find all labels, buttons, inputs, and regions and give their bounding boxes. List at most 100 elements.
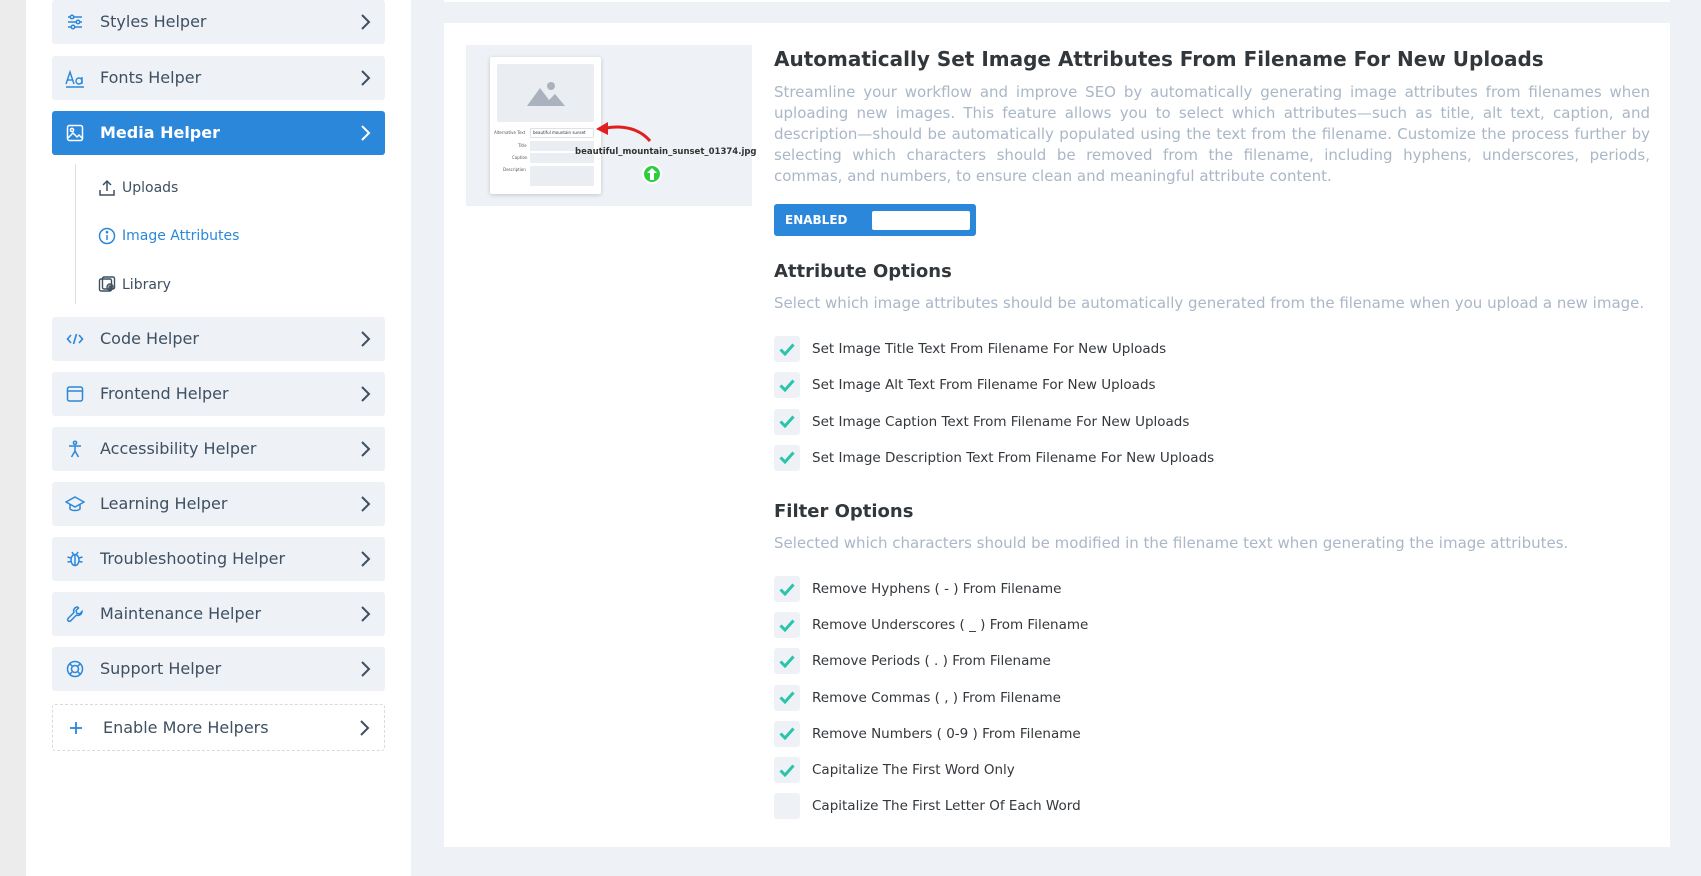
code-icon — [65, 329, 85, 349]
option-row[interactable]: Set Image Alt Text From Filename For New… — [774, 372, 1156, 399]
option-row[interactable]: Set Image Title Text From Filename For N… — [774, 336, 1166, 362]
option-label: Capitalize The First Letter Of Each Word — [812, 798, 1081, 815]
chevron-right-icon — [359, 496, 371, 512]
sidebar-item-fonts-helper[interactable]: Fonts Helper — [52, 56, 385, 100]
checkmark-icon — [779, 379, 795, 392]
image-icon — [65, 123, 85, 143]
option-row[interactable]: Remove Underscores ( _ ) From Filename — [774, 612, 1089, 639]
sidebar-item-label: Maintenance Helper — [100, 604, 262, 623]
sidebar-item-maintenance-helper[interactable]: Maintenance Helper — [52, 592, 385, 636]
sidebar-item-accessibility-helper[interactable]: Accessibility Helper — [52, 427, 385, 471]
thumb-description-field — [530, 166, 594, 186]
option-label: Capitalize The First Word Only — [812, 762, 1015, 778]
option-checkbox[interactable] — [774, 576, 800, 602]
chevron-right-icon — [358, 720, 370, 736]
sidebar-item-label: Learning Helper — [100, 494, 228, 513]
option-label: Set Image Title Text From Filename For N… — [812, 341, 1167, 357]
chevron-right-icon — [359, 551, 371, 567]
sidebar-item-frontend-helper[interactable]: Frontend Helper — [52, 372, 385, 416]
sidebar-item-styles-helper[interactable]: Styles Helper — [52, 0, 385, 44]
option-checkbox[interactable] — [774, 648, 800, 675]
sidebar-item-support-helper[interactable]: Support Helper — [52, 647, 385, 691]
option-checkbox[interactable] — [774, 793, 800, 820]
option-checkbox[interactable] — [774, 408, 800, 435]
submenu-item-label: Library — [122, 277, 171, 293]
option-label: Remove Underscores ( _ ) From Filename — [812, 617, 1089, 634]
toggle-knob — [872, 211, 970, 230]
option-row[interactable]: Capitalize The First Word Only — [774, 757, 1015, 783]
option-checkbox[interactable] — [774, 444, 800, 471]
option-checkbox[interactable] — [774, 720, 800, 747]
submenu-item-uploads[interactable]: Uploads — [75, 168, 295, 208]
checkmark-icon — [779, 415, 795, 429]
chevron-right-icon — [359, 606, 371, 622]
plus-icon — [66, 718, 86, 738]
chevron-right-icon — [359, 386, 371, 402]
mountain-icon — [527, 82, 565, 106]
sidebar-item-troubleshooting-helper[interactable]: Troubleshooting Helper — [52, 537, 385, 581]
filter-options-heading: Filter Options — [774, 501, 914, 522]
library-icon — [98, 276, 116, 294]
sidebar: Styles Helper Fonts Helper Media Helper … — [26, 0, 411, 876]
sliders-icon — [65, 12, 85, 32]
sidebar-item-media-helper[interactable]: Media Helper — [52, 111, 385, 155]
sidebar-item-code-helper[interactable]: Code Helper — [52, 317, 385, 361]
accessibility-icon — [65, 439, 85, 459]
submenu-item-label: Image Attributes — [122, 228, 240, 244]
option-checkbox[interactable] — [774, 612, 800, 639]
option-checkbox[interactable] — [774, 684, 800, 711]
option-label: Remove Numbers ( 0-9 ) From Filename — [812, 725, 1081, 742]
sidebar-item-label: Troubleshooting Helper — [100, 549, 286, 568]
option-label: Remove Commas ( , ) From Filename — [812, 689, 1061, 706]
option-label: Set Image Alt Text From Filename For New… — [812, 377, 1156, 394]
lifebuoy-icon — [65, 659, 85, 679]
option-label: Set Image Caption Text From Filename For… — [812, 413, 1190, 430]
checkmark-icon — [779, 691, 795, 705]
sidebar-item-label: Support Helper — [100, 659, 222, 678]
sidebar-item-learning-helper[interactable]: Learning Helper — [52, 482, 385, 526]
feature-title: Automatically Set Image Attributes From … — [774, 47, 1544, 71]
thumb-description-label: Description — [503, 167, 526, 172]
image-placeholder — [497, 64, 594, 122]
checkmark-icon — [779, 763, 795, 777]
option-checkbox[interactable] — [774, 757, 800, 783]
thumb-alt-label: Alternative Text — [494, 130, 526, 135]
sidebar-item-label: Media Helper — [100, 123, 220, 142]
feature-thumbnail: Alternative Text beautiful mountain suns… — [466, 45, 757, 206]
enable-more-helpers-button[interactable]: Enable More Helpers — [52, 704, 385, 751]
chevron-right-icon — [359, 661, 371, 677]
checkmark-icon — [779, 655, 795, 668]
submenu-item-image-attributes[interactable]: Image Attributes — [75, 216, 295, 256]
option-row[interactable]: Remove Numbers ( 0-9 ) From Filename — [774, 720, 1081, 747]
chevron-right-icon — [359, 14, 371, 30]
filter-options-subtext: Selected which characters should be modi… — [774, 534, 1569, 552]
option-label: Set Image Description Text From Filename… — [812, 449, 1215, 466]
thumb-caption-label: Caption — [512, 155, 528, 160]
option-row[interactable]: Remove Periods ( . ) From Filename — [774, 648, 1051, 675]
checkmark-icon — [779, 342, 795, 356]
feature-description: Streamline your workflow and improve SEO… — [774, 83, 1650, 185]
graduation-cap-icon — [65, 494, 85, 514]
option-row[interactable]: Remove Commas ( , ) From Filename — [774, 684, 1061, 711]
attribute-options-subtext: Select which image attributes should be … — [774, 294, 1645, 312]
upload-icon — [98, 179, 116, 197]
submenu-item-library[interactable]: Library — [75, 265, 295, 305]
option-row[interactable]: Set Image Caption Text From Filename For… — [774, 408, 1190, 435]
checkmark-icon — [779, 727, 795, 741]
font-icon — [65, 68, 85, 88]
browser-icon — [65, 384, 85, 404]
option-row[interactable]: Set Image Description Text From Filename… — [774, 444, 1215, 471]
sidebar-item-label: Code Helper — [100, 329, 199, 348]
toggle-label: ENABLED — [785, 213, 848, 227]
enable-more-helpers-label: Enable More Helpers — [103, 718, 269, 737]
option-checkbox[interactable] — [774, 372, 800, 399]
option-checkbox[interactable] — [774, 336, 800, 362]
sidebar-item-label: Frontend Helper — [100, 384, 229, 403]
enabled-toggle[interactable]: ENABLED — [774, 204, 976, 236]
option-row[interactable]: Capitalize The First Letter Of Each Word — [774, 793, 1081, 820]
previous-card-edge — [444, 0, 1670, 2]
sidebar-item-label: Fonts Helper — [100, 68, 202, 87]
thumb-title-label: Title — [518, 143, 527, 148]
option-row[interactable]: Remove Hyphens ( - ) From Filename — [774, 576, 1061, 602]
wrench-icon — [65, 604, 85, 624]
